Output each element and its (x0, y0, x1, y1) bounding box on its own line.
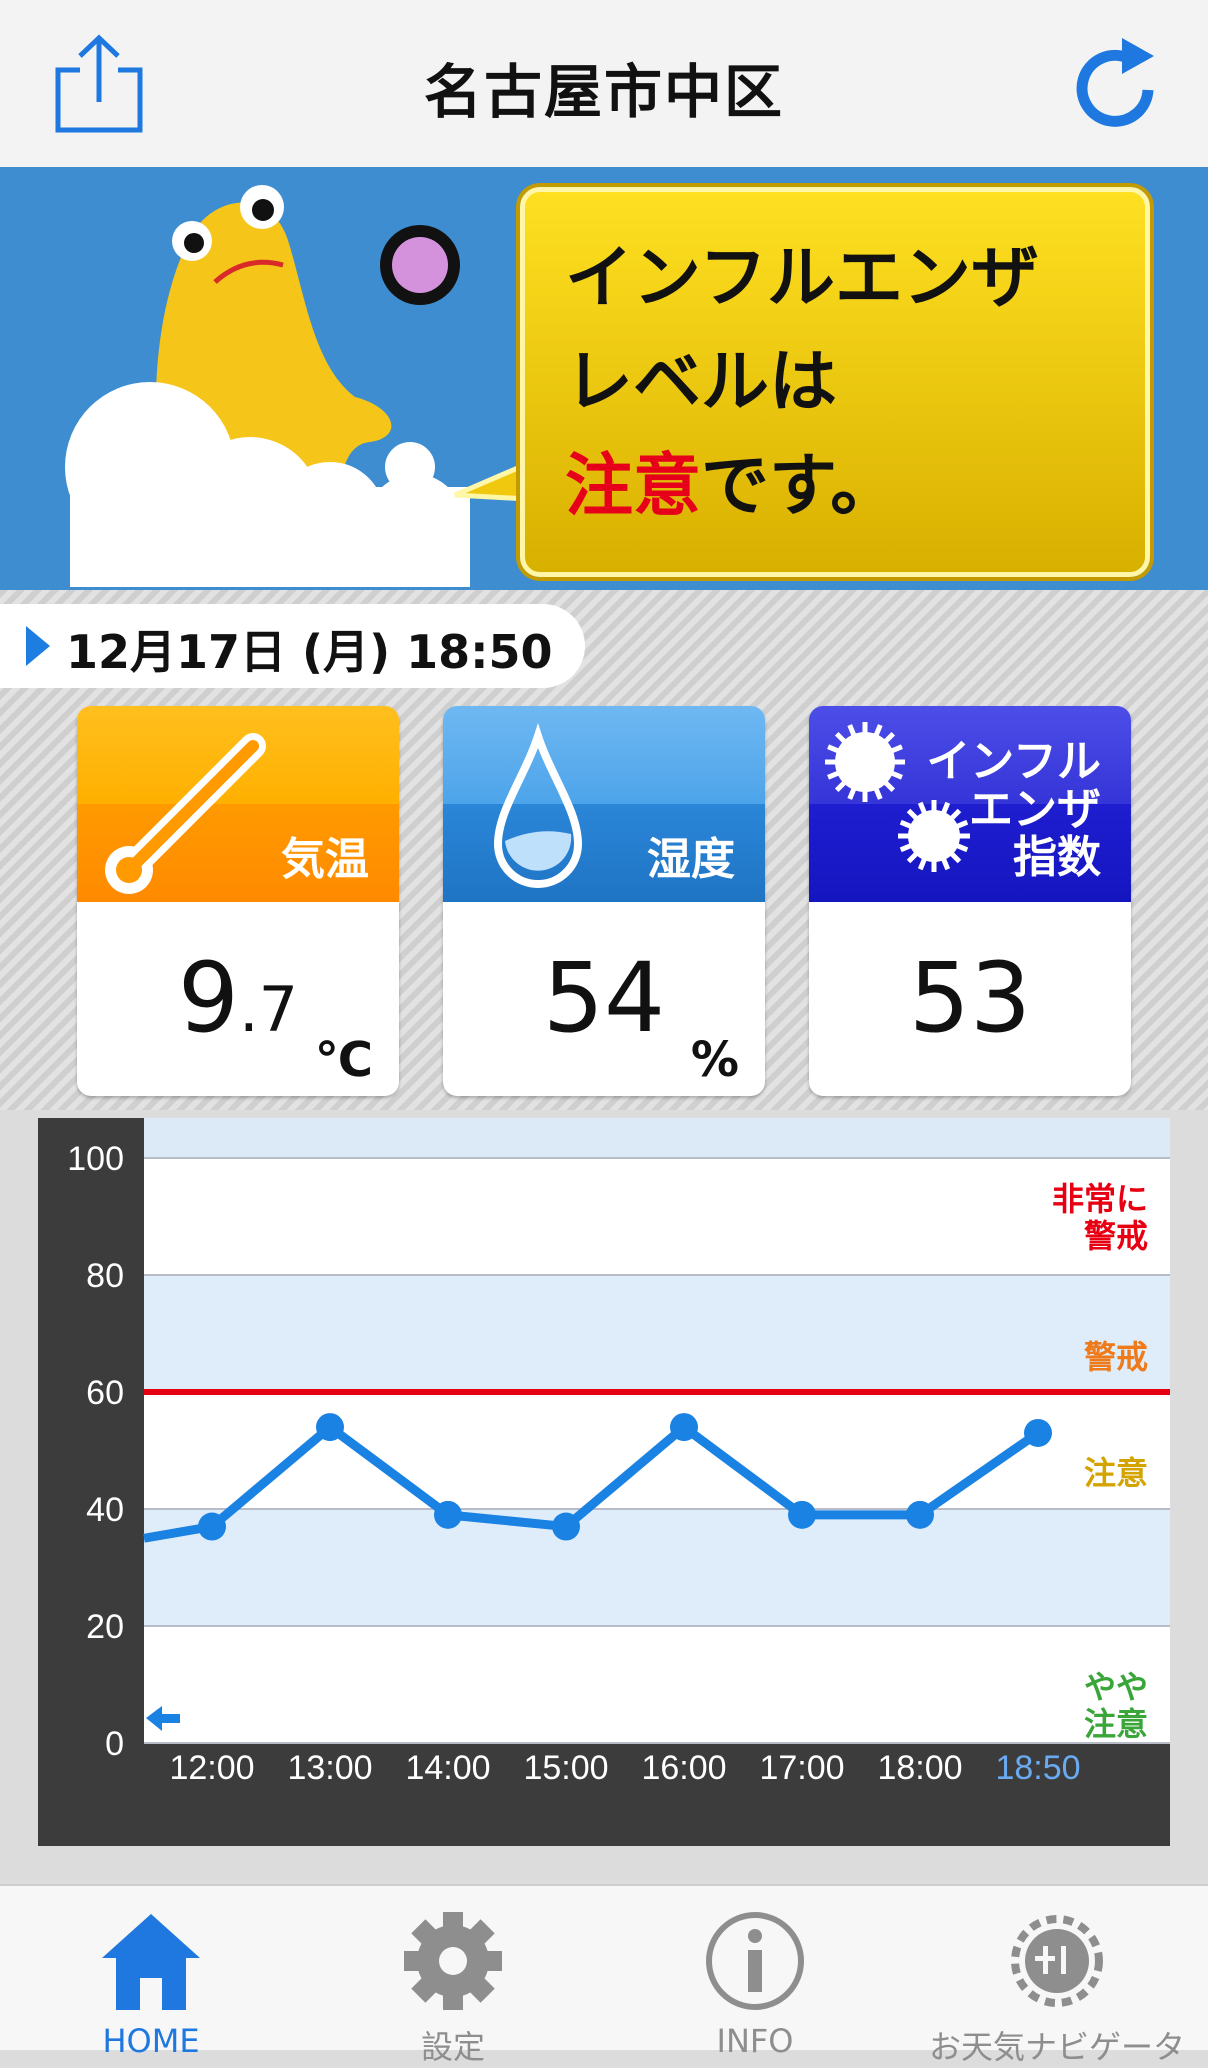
data-point (198, 1512, 226, 1541)
tab-settings[interactable]: 設定 (302, 1886, 604, 2066)
tab-info[interactable]: INFO (604, 1886, 906, 2060)
page-title: 名古屋市中区 (423, 58, 784, 126)
navi-icon (1011, 1915, 1103, 2007)
x-tick-label: 17:00 (759, 1749, 844, 1787)
data-point (316, 1413, 344, 1442)
refresh-icon (1076, 38, 1154, 127)
zone-label: 注意 (1084, 1705, 1148, 1743)
x-tick-label: 15:00 (523, 1749, 608, 1787)
data-point (670, 1413, 698, 1442)
zone-label: 警戒 (1084, 1338, 1148, 1376)
x-tick-label: 14:00 (405, 1749, 490, 1787)
temperature-card: 気温 9.7 ℃ (77, 706, 399, 1096)
info-icon (706, 1912, 804, 2010)
zone-label: 非常に (1052, 1180, 1148, 1218)
y-tick-label: 40 (86, 1491, 124, 1529)
x-tick-label: 18:50 (995, 1749, 1080, 1787)
nav-bar: 名古屋市中区 (0, 0, 1208, 168)
zone-label: 警戒 (1084, 1217, 1148, 1255)
temperature-unit: ℃ (314, 1032, 373, 1088)
virus-icon (380, 225, 460, 305)
tab-weather-navigator-label: お天気ナビゲータ (928, 2028, 1185, 2066)
gear-icon (404, 1912, 502, 2010)
influenza-level-banner: インフルエンザ レベルは 注意です。 (0, 167, 1208, 590)
influenza-index-card: インフル エンザ 指数 53 (809, 706, 1131, 1096)
chart-canvas: 020406080100非常に警戒警戒注意やや注意12:00 13:00 14:00… (67, 1118, 1170, 1787)
tab-home-label: HOME (102, 2022, 200, 2060)
influenza-card-header: インフル エンザ 指数 (809, 706, 1131, 902)
y-tick-label: 0 (105, 1725, 124, 1763)
humidity-label: 湿度 (647, 834, 735, 885)
speech-bubble: インフルエンザ レベルは 注意です。 (520, 187, 1150, 577)
tab-bar: HOME 設定 INFO お天気ナビゲータ (0, 1884, 1208, 2066)
tab-home[interactable]: HOME (0, 1886, 302, 2060)
chart-band (144, 1275, 1170, 1392)
chart-band (144, 1626, 1170, 1743)
data-point (788, 1500, 816, 1529)
chart-band (144, 1158, 1170, 1275)
data-point (1024, 1418, 1052, 1447)
y-tick-label: 100 (67, 1140, 124, 1178)
humidity-card-header: 湿度 (443, 706, 765, 902)
x-tick-label: 13:00 (287, 1749, 372, 1787)
data-point (552, 1512, 580, 1541)
mascot-illustration (65, 185, 520, 587)
datetime-pill: 12月17日 (月) 18:50 (0, 604, 585, 688)
zone-label: 注意 (1084, 1454, 1148, 1492)
data-point (906, 1500, 934, 1529)
humidity-card: 湿度 54 % (443, 706, 765, 1096)
refresh-button[interactable] (1070, 30, 1170, 140)
zone-label: やや (1084, 1668, 1148, 1706)
y-tick-label: 20 (86, 1608, 124, 1646)
banner-line-1: インフルエンザ (565, 239, 1039, 318)
humidity-unit: % (690, 1032, 739, 1088)
x-tick-label: 16:00 (641, 1749, 726, 1787)
play-arrow-icon (26, 626, 50, 666)
datetime-label: 12月17日 (月) 18:50 (66, 625, 553, 679)
tab-weather-navigator[interactable]: お天気ナビゲータ (906, 1886, 1208, 2066)
influenza-index-chart: 0 20 40 60 80 100 非常に 警戒 警戒 注意 やや 注意 12:00 13:00 14:00… (38, 1118, 1170, 1846)
banner-suffix: です。 (701, 447, 899, 526)
chart-band (144, 1509, 1170, 1626)
y-tick-label: 60 (86, 1374, 124, 1412)
current-conditions: 12月17日 (月) 18:50 気温 9.7 ℃ 湿度 54 % インフル エ… (0, 590, 1208, 1110)
banner-line-2: レベルは (565, 343, 838, 422)
tab-settings-label: 設定 (420, 2028, 485, 2066)
y-tick-label: 80 (86, 1257, 124, 1295)
x-tick-label: 18:00 (877, 1749, 962, 1787)
influenza-level: 注意 (565, 447, 702, 526)
x-tick-label: 12:00 (169, 1749, 254, 1787)
influenza-index-value: 53 (908, 942, 1032, 1054)
home-icon (102, 1914, 200, 2010)
temperature-card-header: 気温 (77, 706, 399, 902)
data-point (434, 1500, 462, 1529)
chart-top-band (144, 1118, 1170, 1158)
influenza-label: インフル エンザ 指数 (926, 736, 1101, 883)
temperature-label: 気温 (281, 834, 369, 885)
tab-info-label: INFO (716, 2022, 794, 2060)
